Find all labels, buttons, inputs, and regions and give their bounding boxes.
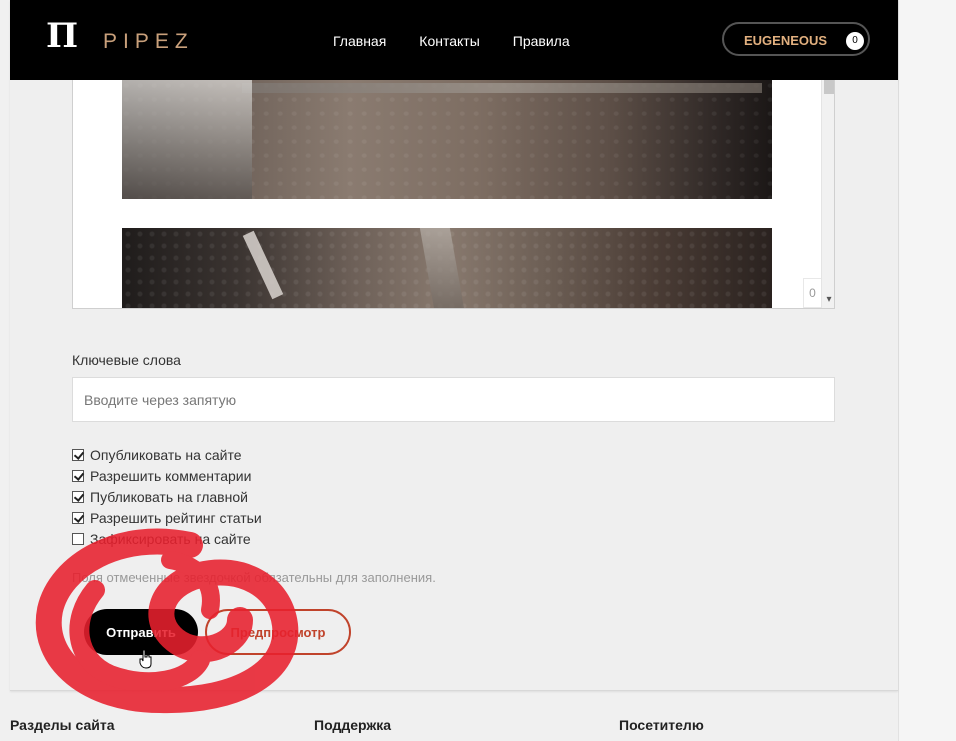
- option-label: Разрешить комментарии: [90, 467, 252, 484]
- scroll-down-arrow-icon[interactable]: ▾: [823, 293, 834, 307]
- option-label: Публиковать на главной: [90, 488, 248, 505]
- footer-support-heading: Поддержка: [314, 717, 392, 733]
- checkbox-allow-rating[interactable]: [72, 511, 84, 524]
- nav-rules-link[interactable]: Правила: [513, 33, 570, 49]
- article-image-1: [122, 80, 772, 199]
- option-publish-on-home[interactable]: Публиковать на главной: [72, 486, 262, 507]
- main-nav: Главная Контакты Правила: [333, 33, 570, 49]
- editor-scrollbar[interactable]: ▾: [821, 80, 834, 308]
- checkbox-publish[interactable]: [72, 448, 84, 461]
- option-label: Разрешить рейтинг статьи: [90, 509, 262, 526]
- keywords-label: Ключевые слова: [72, 352, 181, 368]
- nav-home-link[interactable]: Главная: [333, 33, 386, 49]
- user-name: EUGENEOUS: [744, 33, 828, 48]
- option-pin[interactable]: Зафиксировать на сайте: [72, 528, 262, 549]
- scrollbar-thumb[interactable]: [824, 80, 834, 94]
- article-editor[interactable]: 0 ▾: [72, 80, 835, 309]
- footer-sections-heading: Разделы сайта: [10, 717, 115, 733]
- site-logo-text[interactable]: PIPEZ: [103, 30, 194, 54]
- user-menu-button[interactable]: EUGENEOUS 0: [722, 22, 870, 56]
- notification-count-badge: 0: [846, 32, 864, 50]
- publish-options: Опубликовать на сайте Разрешить коммента…: [72, 444, 262, 549]
- option-label: Опубликовать на сайте: [90, 446, 242, 463]
- option-publish[interactable]: Опубликовать на сайте: [72, 444, 262, 465]
- preview-button[interactable]: Предпросмотр: [205, 609, 351, 655]
- site-header: П PIPEZ Главная Контакты Правила EUGENEO…: [10, 0, 898, 80]
- article-image-2: [122, 228, 772, 308]
- required-fields-note: Поля отмеченные звездочкой обязательны д…: [72, 570, 436, 585]
- logo-icon[interactable]: П: [46, 18, 78, 54]
- page-right-gutter: [898, 0, 956, 741]
- checkbox-pin[interactable]: [72, 532, 84, 545]
- option-label: Зафиксировать на сайте: [90, 530, 251, 547]
- option-allow-comments[interactable]: Разрешить комментарии: [72, 465, 262, 486]
- keywords-input[interactable]: [72, 377, 835, 422]
- editor-char-count: 0: [803, 278, 822, 308]
- footer-visitor-heading: Посетителю: [619, 717, 704, 733]
- hand-cursor-icon: [139, 649, 152, 669]
- checkbox-allow-comments[interactable]: [72, 469, 84, 482]
- checkbox-publish-on-home[interactable]: [72, 490, 84, 503]
- option-allow-rating[interactable]: Разрешить рейтинг статьи: [72, 507, 262, 528]
- nav-contacts-link[interactable]: Контакты: [419, 33, 479, 49]
